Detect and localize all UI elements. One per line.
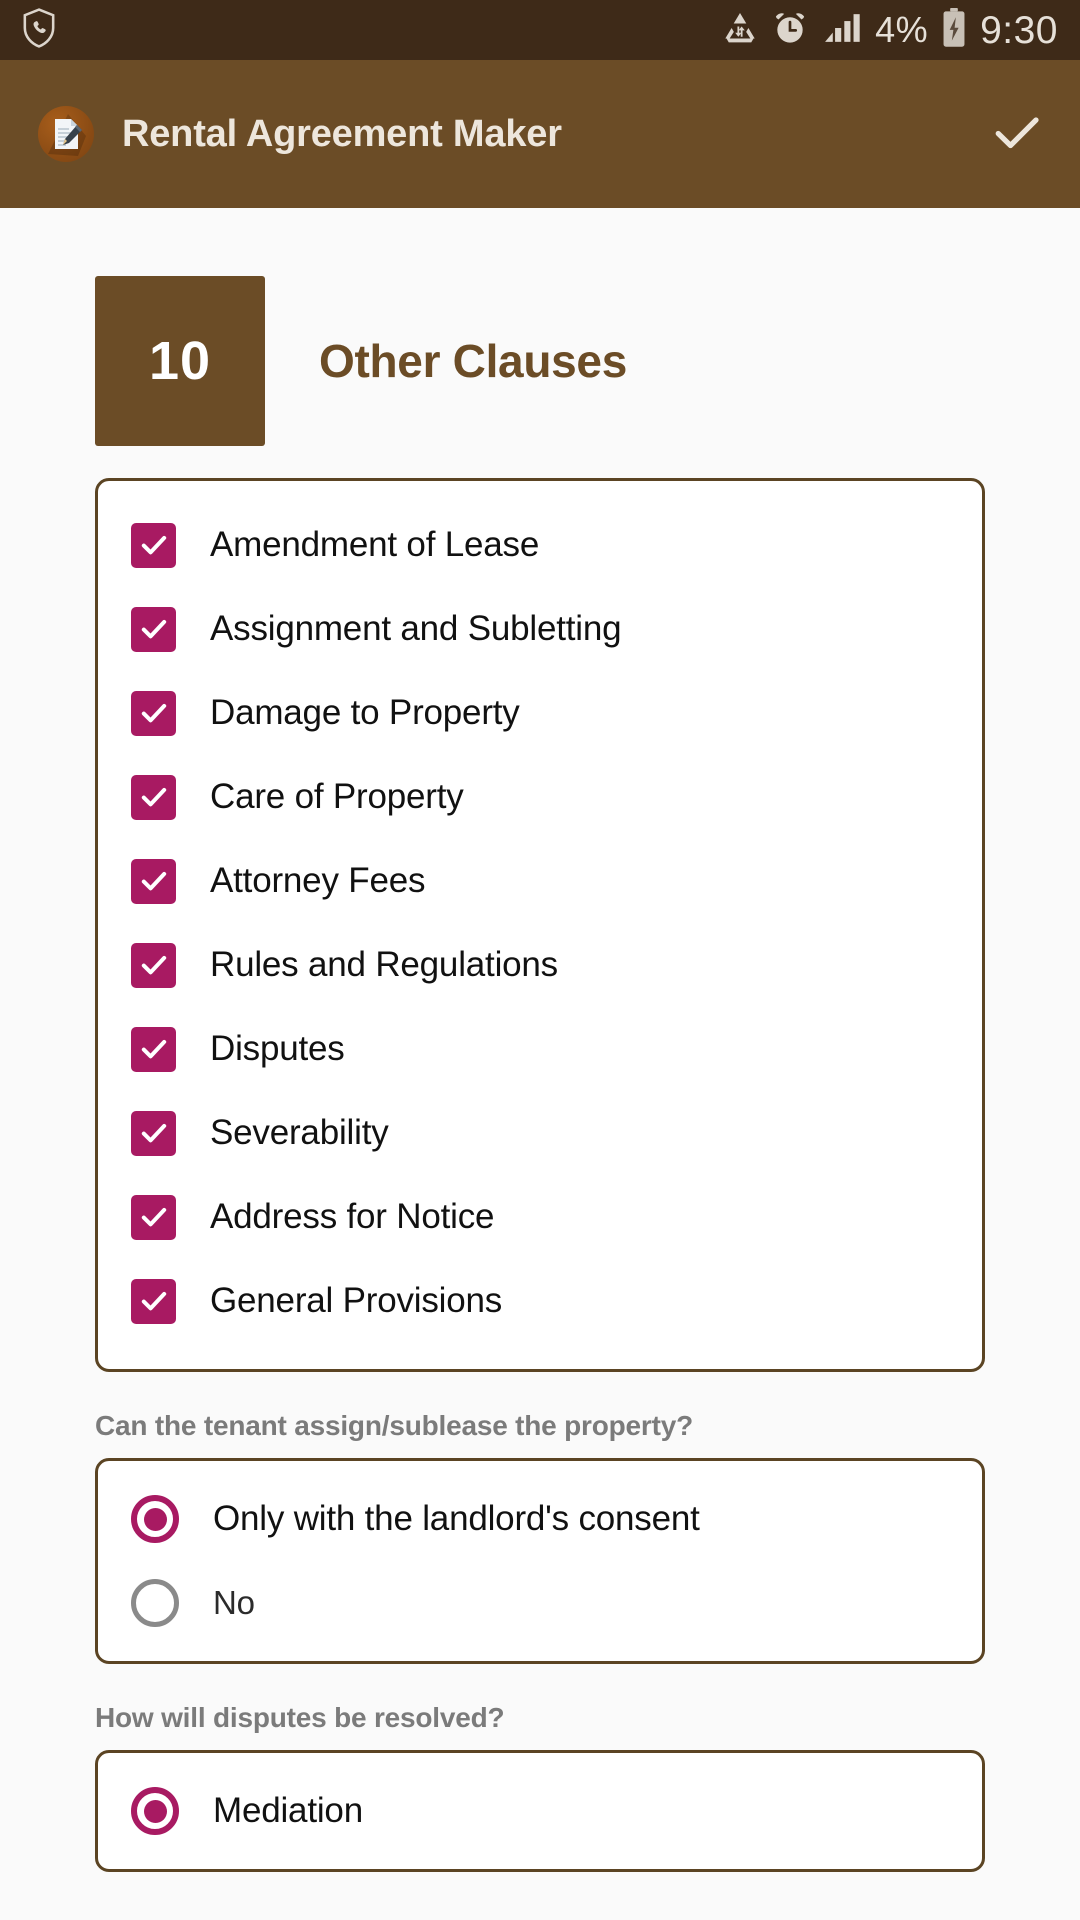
radio-option-consent[interactable]: Only with the landlord's consent bbox=[98, 1477, 982, 1561]
clock-label: 9:30 bbox=[980, 8, 1058, 52]
list-item-label: General Provisions bbox=[210, 1281, 503, 1320]
list-item[interactable]: Damage to Property bbox=[98, 671, 982, 755]
list-item[interactable]: Amendment of Lease bbox=[98, 503, 982, 587]
radio-option-label: No bbox=[213, 1584, 255, 1621]
battery-charging-icon bbox=[941, 7, 967, 53]
list-item-label: Disputes bbox=[210, 1029, 345, 1068]
section-number-badge: 10 bbox=[95, 276, 265, 446]
checkbox-checked-icon[interactable] bbox=[131, 1278, 176, 1324]
battery-percent-label: 4% bbox=[875, 9, 929, 50]
confirm-button[interactable] bbox=[984, 101, 1050, 167]
shield-phone-icon bbox=[22, 7, 56, 53]
list-item-label: Attorney Fees bbox=[210, 861, 426, 900]
checkbox-checked-icon[interactable] bbox=[131, 1026, 176, 1072]
app-title: Rental Agreement Maker bbox=[122, 112, 562, 155]
radio-selected-icon[interactable] bbox=[131, 1787, 179, 1835]
alarm-clock-icon bbox=[771, 9, 809, 52]
radio-option-label: Mediation bbox=[213, 1791, 363, 1830]
data-transfer-icon bbox=[722, 10, 758, 51]
list-item[interactable]: Assignment and Subletting bbox=[98, 587, 982, 671]
app-bar: Rental Agreement Maker bbox=[0, 60, 1080, 208]
checkbox-checked-icon[interactable] bbox=[131, 858, 176, 904]
clauses-card: Amendment of Lease Assignment and Sublet… bbox=[95, 478, 985, 1372]
question-label-sublease: Can the tenant assign/sublease the prope… bbox=[95, 1410, 693, 1441]
checkbox-checked-icon[interactable] bbox=[131, 774, 176, 820]
document-pencil-icon bbox=[38, 106, 94, 162]
disputes-options-card: Mediation bbox=[95, 1750, 985, 1872]
page-content: 10 Other Clauses Amendment of Lease Assi… bbox=[0, 208, 1080, 1920]
status-bar: 4% 9:30 bbox=[0, 0, 1080, 60]
checkbox-checked-icon[interactable] bbox=[131, 1110, 176, 1156]
list-item[interactable]: General Provisions bbox=[98, 1259, 982, 1343]
list-item-label: Damage to Property bbox=[210, 693, 520, 732]
list-item[interactable]: Attorney Fees bbox=[98, 839, 982, 923]
status-bar-right: 4% 9:30 bbox=[722, 7, 1058, 53]
list-item-label: Amendment of Lease bbox=[210, 525, 540, 564]
list-item[interactable]: Severability bbox=[98, 1091, 982, 1175]
list-item[interactable]: Address for Notice bbox=[98, 1175, 982, 1259]
radio-unselected-icon[interactable] bbox=[131, 1579, 179, 1627]
list-item-label: Rules and Regulations bbox=[210, 945, 558, 984]
signal-bars-icon bbox=[822, 10, 862, 51]
radio-option-mediation[interactable]: Mediation bbox=[98, 1769, 982, 1853]
checkbox-checked-icon[interactable] bbox=[131, 1194, 176, 1240]
section-number: 10 bbox=[148, 331, 212, 391]
checkbox-checked-icon[interactable] bbox=[131, 690, 176, 736]
list-item-label: Assignment and Subletting bbox=[210, 609, 622, 648]
checkbox-checked-icon[interactable] bbox=[131, 522, 176, 568]
radio-option-no[interactable]: No bbox=[98, 1561, 982, 1645]
section-header: 10 Other Clauses bbox=[0, 208, 1080, 446]
sublease-options-card: Only with the landlord's consent No bbox=[95, 1458, 985, 1664]
list-item-label: Care of Property bbox=[210, 777, 464, 816]
question-label-disputes: How will disputes be resolved? bbox=[95, 1702, 505, 1733]
list-item[interactable]: Disputes bbox=[98, 1007, 982, 1091]
status-bar-left bbox=[22, 7, 56, 53]
list-item[interactable]: Care of Property bbox=[98, 755, 982, 839]
page-title: Other Clauses bbox=[319, 335, 627, 387]
list-item-label: Severability bbox=[210, 1113, 389, 1152]
check-icon bbox=[987, 102, 1047, 167]
list-item[interactable]: Rules and Regulations bbox=[98, 923, 982, 1007]
list-item-label: Address for Notice bbox=[210, 1197, 495, 1236]
radio-selected-icon[interactable] bbox=[131, 1495, 179, 1543]
radio-option-label: Only with the landlord's consent bbox=[213, 1499, 700, 1538]
checkbox-checked-icon[interactable] bbox=[131, 942, 176, 988]
checkbox-checked-icon[interactable] bbox=[131, 606, 176, 652]
